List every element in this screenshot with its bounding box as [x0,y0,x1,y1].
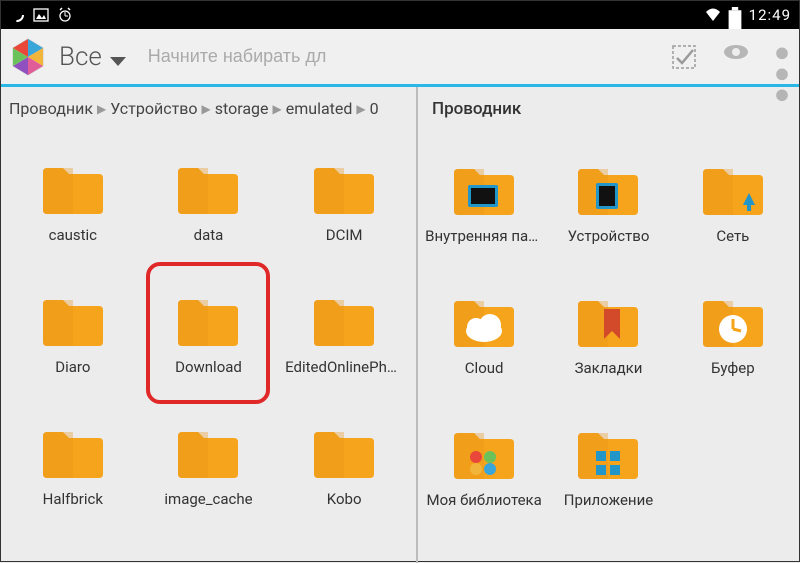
folder-grid-right: Внутренняя память Устройство Сеть Cloud Закл… [418,131,799,563]
search-input[interactable] [148,46,398,67]
chevron-right-icon: ▶ [202,102,211,116]
folder-label: Устройство [568,227,650,245]
action-bar: Все [1,29,799,87]
folder-label: EditedOnlinePhotos [285,358,403,376]
folder-label: DCIM [326,226,363,244]
app-icon[interactable] [7,36,49,78]
select-icon[interactable] [671,44,697,70]
battery-icon [727,7,743,23]
folder-item[interactable]: DCIM [284,138,404,268]
search-container [148,46,398,67]
wifi-icon [705,7,721,23]
folder-item[interactable]: Diaro [13,270,133,400]
alarm-icon [57,7,73,23]
folder-item[interactable]: Cloud [424,271,544,401]
chevron-right-icon: ▶ [356,102,365,116]
folder-label: image_cache [164,490,252,508]
right-panel-title: Проводник [418,87,799,131]
folder-item[interactable]: Внутренняя память [424,139,544,269]
view-icon[interactable] [723,44,749,70]
folder-icon [450,295,518,349]
folder-label: Halfbrick [43,490,103,508]
folder-item[interactable]: Моя библиотека [424,403,544,533]
left-panel: Проводник▶Устройство▶storage▶emulated▶0 … [1,87,418,563]
folder-item[interactable]: Download [148,270,268,400]
status-bar: 12:49 [1,1,799,29]
image-icon [33,7,49,23]
folder-icon [39,294,107,348]
folder-grid-left: caustic data DCIM Diaro Download EditedOnline… [1,130,416,563]
chevron-right-icon: ▶ [273,102,282,116]
folder-item[interactable]: EditedOnlinePhotos [284,270,404,400]
folder-icon [699,295,767,349]
breadcrumb-item[interactable]: Устройство [110,99,197,118]
folder-item[interactable]: Приложение [548,403,668,533]
folder-icon [574,427,642,481]
folder-label: Буфер [711,359,755,377]
spinner-label: Все [59,42,102,72]
folder-icon [174,426,242,480]
folder-icon [310,426,378,480]
folder-icon [174,162,242,216]
breadcrumb-item[interactable]: emulated [286,99,353,118]
folder-icon [310,162,378,216]
folder-label: Diaro [55,358,90,376]
folder-label: Cloud [465,359,504,377]
right-panel: Проводник Внутренняя память Устройство Сет… [418,87,799,563]
folder-label: Закладки [575,359,643,377]
folder-label: Сеть [716,227,749,245]
breadcrumb: Проводник▶Устройство▶storage▶emulated▶0 [1,87,416,130]
folder-icon [574,163,642,217]
folder-item[interactable]: caustic [13,138,133,268]
breadcrumb-item[interactable]: storage [215,99,269,118]
folder-label: caustic [49,226,97,244]
chevron-right-icon: ▶ [97,102,106,116]
folder-item[interactable]: Устройство [548,139,668,269]
folder-label: Kobo [327,490,362,508]
folder-icon [450,427,518,481]
clock-text: 12:49 [749,6,791,24]
folder-item[interactable]: Halfbrick [13,402,133,532]
folder-icon [699,163,767,217]
folder-icon [310,294,378,348]
overflow-menu-icon[interactable] [775,44,789,70]
folder-item[interactable]: Kobo [284,402,404,532]
dropdown-triangle-icon [110,57,126,66]
breadcrumb-item[interactable]: Проводник [9,99,93,118]
folder-item[interactable]: data [148,138,268,268]
folder-icon [450,163,518,217]
mode-spinner[interactable]: Все [59,42,126,72]
folder-item[interactable]: Сеть [673,139,793,269]
folder-icon [39,162,107,216]
highlight-box [146,262,270,404]
folder-item[interactable]: Закладки [548,271,668,401]
folder-icon [574,295,642,349]
folder-label: Моя библиотека [427,491,542,509]
breadcrumb-item[interactable]: 0 [370,99,379,118]
spinner-icon [9,7,25,23]
folder-label: data [194,226,224,244]
folder-icon [39,426,107,480]
folder-item[interactable]: image_cache [148,402,268,532]
folder-item[interactable]: Буфер [673,271,793,401]
folder-label: Внутренняя память [425,227,543,245]
folder-label: Приложение [564,491,653,509]
